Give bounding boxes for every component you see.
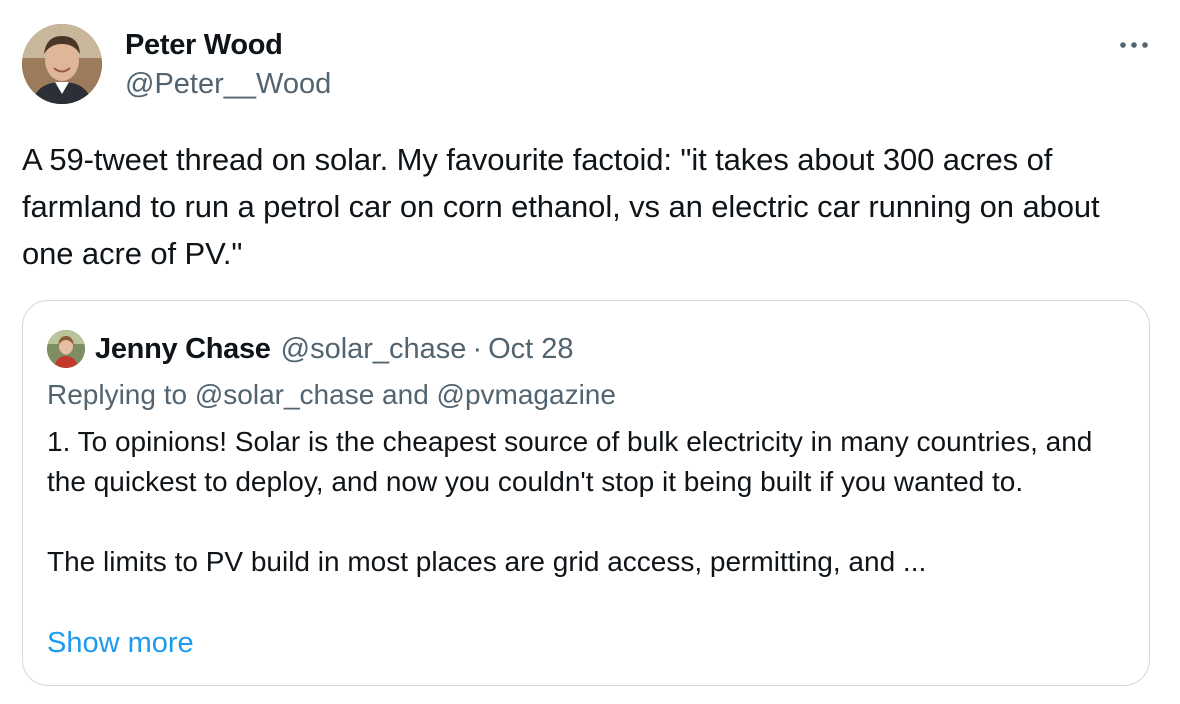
- quoted-author-handle[interactable]: @solar_chase: [281, 330, 467, 368]
- quoted-tweet-text: 1. To opinions! Solar is the cheapest so…: [47, 422, 1127, 582]
- more-horizontal-icon: [1120, 42, 1148, 48]
- tweet-text: A 59-tweet thread on solar. My favourite…: [22, 142, 1100, 271]
- quoted-tweet-header: Jenny Chase @solar_chase · Oct 28: [95, 330, 574, 368]
- quoted-paragraph-2: The limits to PV build in most places ar…: [47, 546, 927, 577]
- quoted-author-name[interactable]: Jenny Chase: [95, 330, 271, 368]
- replying-to: Replying to @solar_chase and @pvmagazine: [47, 379, 616, 410]
- more-options-button[interactable]: [1112, 28, 1156, 62]
- quoted-paragraph-1: 1. To opinions! Solar is the cheapest so…: [47, 426, 1093, 497]
- show-more-link[interactable]: Show more: [47, 623, 194, 663]
- tweet: Peter Wood @Peter__Wood A 59-tweet threa…: [0, 0, 1180, 704]
- quoted-tweet-card[interactable]: Jenny Chase @solar_chase · Oct 28 Replyi…: [22, 300, 1150, 686]
- author-avatar[interactable]: [22, 24, 102, 104]
- quoted-author-avatar[interactable]: [47, 330, 85, 368]
- author-name[interactable]: Peter Wood: [125, 28, 283, 62]
- quoted-tweet-date[interactable]: Oct 28: [488, 330, 573, 368]
- header-separator: ·: [472, 333, 483, 365]
- author-handle[interactable]: @Peter__Wood: [125, 67, 331, 101]
